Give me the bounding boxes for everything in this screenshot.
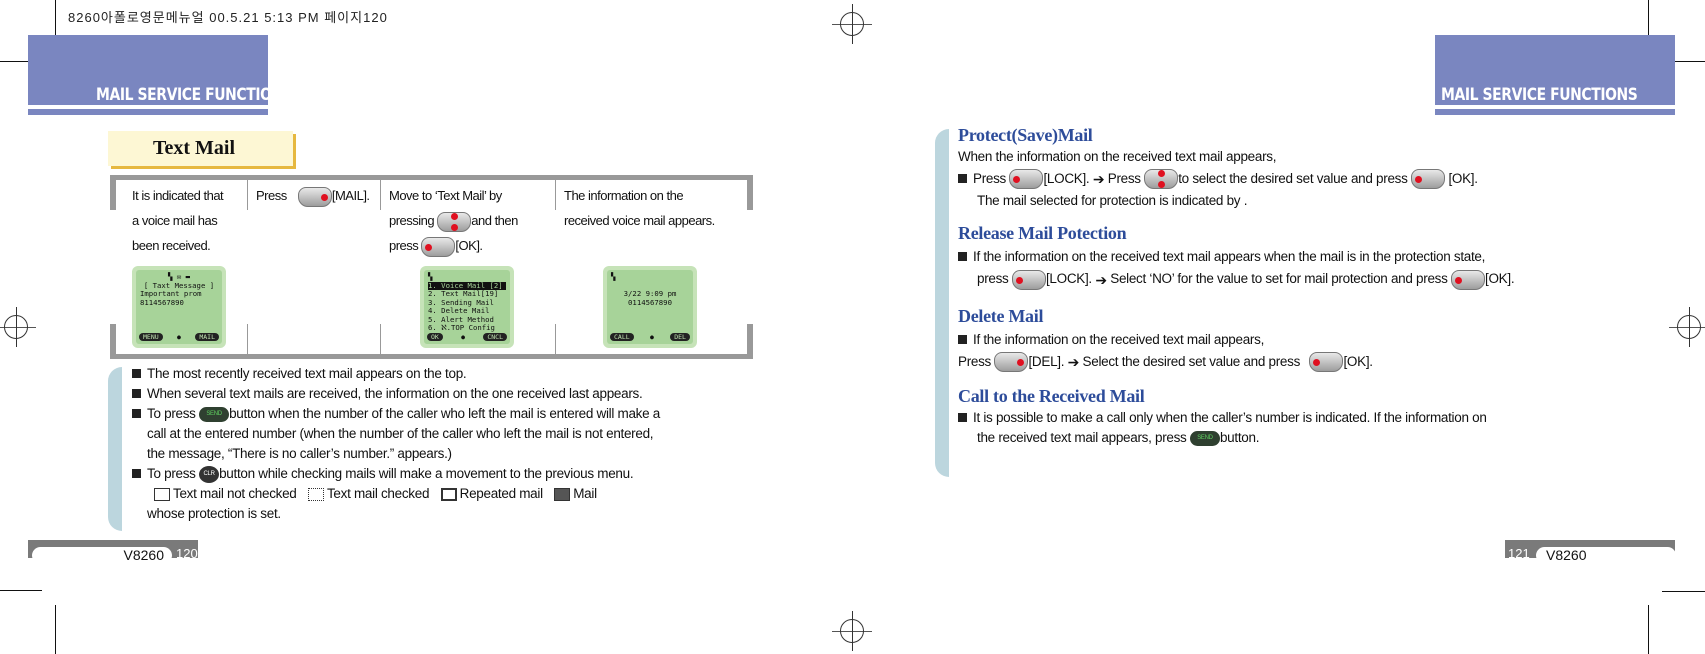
ok-soft-label: OK [427,332,443,341]
delete-soft-key-icon [994,352,1029,373]
note-item: When several text mails are received, th… [132,384,732,404]
registration-mark [0,307,36,347]
arrow-right-icon: ➔ [1067,354,1080,371]
phone-screen-mail-menu: ▚ 1. Voice Mail [2] 2. Text Mail[19] 3. … [420,266,514,348]
mail-soft-key-icon [297,186,332,207]
send-key-icon: SEND [199,406,230,422]
navigation-key-icon [1144,169,1179,190]
lock-soft-key-icon [1011,269,1046,290]
section-delete-mail: Delete Mail If the information on the re… [958,306,1678,374]
section-release-protection: Release Mail Potection If the informatio… [958,223,1678,291]
envelope-closed-icon [154,487,170,501]
left-page-number: 120 [176,546,198,561]
protected-mail-icon [554,487,571,501]
right-header-band: MAIL SERVICE FUNCTIONS [1435,35,1675,115]
right-sections: Protect(Save)Mail When the information o… [958,125,1678,448]
ok-soft-key-icon [1451,269,1486,290]
cancel-soft-label: CNCL [483,332,507,341]
crop-mark [1648,605,1649,654]
print-header: 8260아폴로영문메뉴얼 00.5.21 5:13 PM 페이지120 [68,10,388,25]
steps-table: It is indicated that a voice mail has be… [110,175,753,359]
section-heading: Delete Mail [958,305,1044,326]
section-heading: Protect(Save)Mail [958,125,1093,145]
delete-soft-label: DEL [670,332,690,341]
arrow-right-icon: ➔ [1095,271,1107,288]
navigation-key-icon [437,211,472,232]
ok-soft-key-icon [421,236,456,257]
notes-list: The most recently received text mail app… [132,364,732,524]
section-protect-mail: Protect(Save)Mail When the information o… [958,125,1678,211]
phone-screen-text-message: ▚ ✉ ▬ [ Taxt Message ] Important prom 81… [132,266,226,348]
crop-mark [0,590,42,591]
registration-mark [832,4,872,44]
left-header-band: MAIL SERVICE FUNCTIONS [28,35,293,115]
section-title-text-mail: Text Mail [108,131,293,166]
mail-soft-label: MAIL [195,332,219,341]
left-header-title: MAIL SERVICE FUNCTIONS [96,85,293,105]
right-footer-model: V8260 [1536,547,1676,564]
sections-accent-bar [935,129,949,477]
step-2: Press [MAIL]. [248,180,380,354]
icon-legend: Text mail not checked Text mail checked … [132,484,732,504]
right-page-number: 121 [1508,546,1530,561]
lock-soft-key-icon [1009,169,1044,190]
note-item: To press SEND button when the number of t… [132,404,732,464]
envelope-open-icon [307,487,324,501]
section-heading: Call to the Received Mail [958,386,1145,407]
clear-key-icon: CLR [199,465,220,483]
menu-soft-label: MENU [139,332,163,341]
ok-soft-key-icon [1309,352,1344,373]
arrow-right-icon: ➔ [1092,171,1105,188]
note-item: The most recently received text mail app… [132,364,732,384]
note-item: To press CLR button while checking mails … [132,464,732,484]
registration-mark [832,611,872,651]
section-call-received-mail: Call to the Received Mail It is possible… [958,386,1678,448]
crop-mark [55,605,56,654]
section-heading: Release Mail Potection [958,223,1127,244]
crop-mark [1662,591,1705,592]
right-header-title: MAIL SERVICE FUNCTIONS [1441,85,1638,105]
repeated-mail-icon [440,487,457,501]
call-soft-label: CALL [610,332,634,341]
notes-accent-bar [108,367,122,531]
left-footer-model: V8260 [32,547,172,564]
phone-screen-mail-info: ▚ 3/22 9:09 pm 0114567890 CALL ● DEL [603,266,697,348]
ok-soft-key-icon [1411,169,1445,190]
send-key-icon: SEND [1189,431,1220,447]
